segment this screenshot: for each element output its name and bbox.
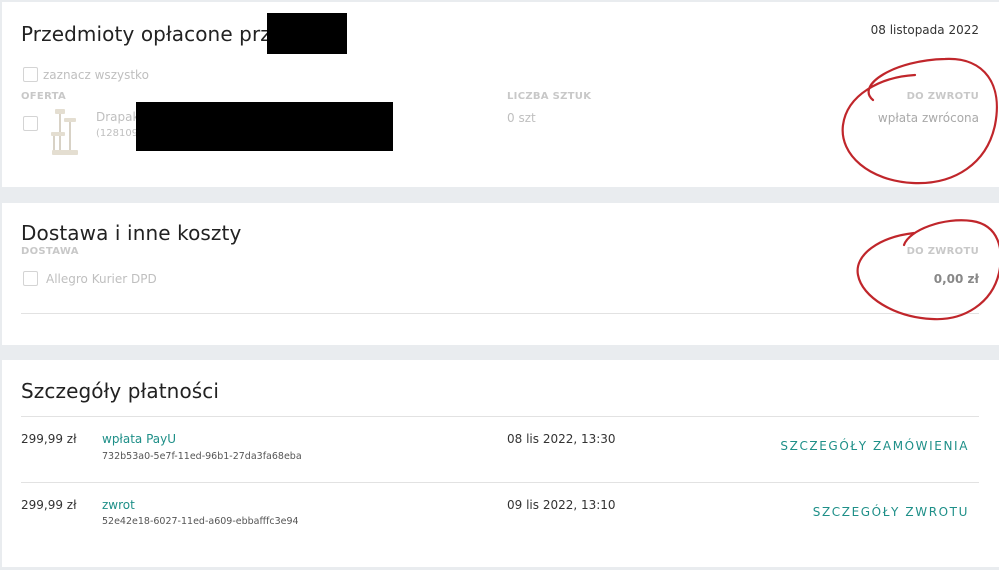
order-date: 08 listopada 2022 [870, 23, 979, 37]
refund-transaction-id: 52e42e18-6027-11ed-a609-ebbafffc3e94 [102, 516, 299, 527]
delivery-method[interactable]: Allegro Kurier DPD [46, 272, 157, 286]
select-all-checkbox[interactable] [23, 67, 38, 82]
order-details-link[interactable]: SZCZEGÓŁY ZAMÓWIENIA [780, 439, 969, 453]
refund-type-link[interactable]: zwrot [102, 498, 135, 512]
refund-column-header: DO ZWROTU [906, 91, 979, 102]
refund-amount: 299,99 zł [21, 498, 77, 512]
delivery-title: Dostawa i inne koszty [21, 221, 242, 245]
purchased-items-title: Przedmioty opłacone przez [21, 22, 294, 46]
delivery-checkbox[interactable] [23, 271, 38, 286]
delivery-column-header: DOSTAWA [21, 246, 79, 257]
payment-datetime: 08 lis 2022, 13:30 [507, 432, 616, 446]
select-all-label[interactable]: zaznacz wszystko [43, 68, 149, 82]
item-id: (128109 [96, 128, 139, 139]
item-refund-status: wpłata zwrócona [877, 111, 979, 125]
delivery-refund-column-header: DO ZWROTU [906, 246, 979, 257]
offer-column-header: OFERTA [21, 91, 66, 102]
item-quantity: 0 szt [507, 111, 536, 125]
delivery-card: Dostawa i inne koszty DOSTAWA DO ZWROTU … [2, 203, 999, 345]
item-checkbox[interactable] [23, 116, 38, 131]
payment-details-title: Szczegóły płatności [21, 379, 220, 403]
redacted-item-title [136, 102, 393, 151]
item-name[interactable]: Drapak [96, 110, 139, 124]
cat-tree-thumbnail-icon [51, 109, 78, 155]
payment-type-link[interactable]: wpłata PayU [102, 432, 176, 446]
delivery-divider [21, 313, 979, 314]
red-circle-annotation-bottom [856, 219, 999, 321]
payment-transaction-id: 732b53a0-5e7f-11ed-96b1-27da3fa68eba [102, 451, 302, 462]
refund-datetime: 09 lis 2022, 13:10 [507, 498, 616, 512]
payment-amount: 299,99 zł [21, 432, 77, 446]
purchased-items-card: Przedmioty opłacone przez 08 listopada 2… [2, 2, 999, 187]
refund-details-link[interactable]: SZCZEGÓŁY ZWROTU [813, 505, 969, 519]
redacted-buyer-name [267, 13, 347, 54]
payment-details-card: Szczegóły płatności 299,99 zł wpłata Pay… [2, 360, 999, 567]
quantity-column-header: LICZBA SZTUK [507, 91, 592, 102]
delivery-refund-amount: 0,00 zł [933, 272, 979, 286]
payment-divider-middle [21, 482, 979, 483]
payment-divider-top [21, 416, 979, 417]
